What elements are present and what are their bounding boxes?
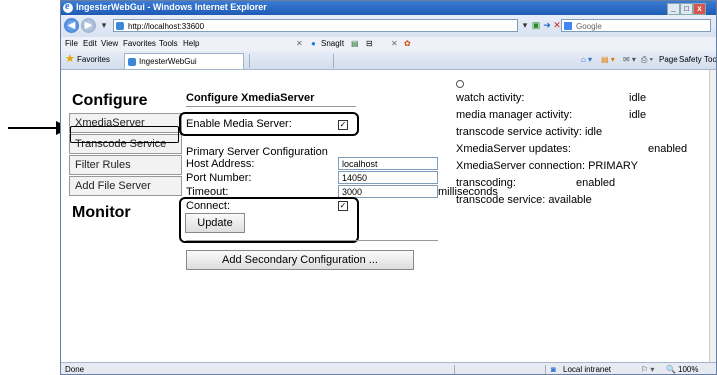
status-done: Done [65, 365, 85, 374]
sidebar: Configure XmediaServer Transcode Service… [69, 90, 182, 224]
zoom-icon[interactable]: 🔍 [666, 363, 676, 374]
enable-media-server-checkbox[interactable]: ✓ [338, 120, 348, 130]
tab-ingesterwebgui[interactable]: IngesterWebGui [124, 53, 244, 69]
media-manager-activity-label: media manager activity: [456, 109, 573, 121]
intranet-zone-icon: ◙ [551, 365, 556, 374]
tools-menu[interactable]: Tools [704, 55, 716, 64]
primary-config-heading: Primary Server Configuration [186, 146, 328, 158]
port-number-label: Port Number: [186, 172, 252, 184]
home-icon[interactable]: ⌂ ▾ [581, 55, 592, 64]
address-toolbar: ◀ ▶ ▾ http://localhost:33600 ▾ ▣ ➜ ✕ Goo… [61, 15, 716, 37]
sidebar-heading-monitor: Monitor [72, 204, 131, 221]
print-icon[interactable]: ⎙ ▾ [641, 55, 653, 65]
address-dropdown-icon[interactable]: ▾ [520, 20, 530, 30]
back-icon[interactable]: ◀ [64, 18, 79, 33]
connect-checkbox[interactable]: ✓ [338, 201, 348, 211]
enable-media-server-label: Enable Media Server: [186, 118, 292, 130]
mail-icon[interactable]: ✉ ▾ [623, 55, 636, 64]
menu-help[interactable]: Help [183, 37, 199, 51]
status-bar: Done ◙ Local intranet ⚐ ▾ 🔍 100% [61, 362, 716, 374]
tab-divider-2 [333, 54, 334, 68]
browser-window: IngesterWebGui - Windows Internet Explor… [60, 0, 717, 375]
title-bar: IngesterWebGui - Windows Internet Explor… [61, 1, 716, 15]
snagit-edit-icon[interactable]: ⊟ [366, 37, 373, 51]
menu-close-icon-2[interactable]: ✕ [391, 37, 398, 51]
favorites-label[interactable]: Favorites [77, 55, 110, 64]
go-icon[interactable]: ➜ [542, 20, 552, 30]
compat-icon[interactable]: ▣ [531, 20, 541, 30]
menu-file[interactable]: File [65, 37, 78, 51]
title-divider [186, 106, 356, 107]
watch-activity-value: idle [629, 92, 647, 104]
sidebar-item-filter-rules[interactable]: Filter Rules [69, 155, 182, 175]
search-placeholder: Google [576, 22, 602, 31]
favorites-star-icon[interactable]: ★ [65, 54, 75, 65]
tab-divider [249, 54, 250, 68]
vertical-scrollbar[interactable] [709, 70, 716, 362]
snagit-capture-icon[interactable]: ▤ [351, 37, 359, 51]
add-secondary-configuration-button[interactable]: Add Secondary Configuration ... [186, 250, 414, 270]
connect-label: Connect: [186, 200, 231, 212]
maximize-button[interactable]: □ [680, 3, 693, 15]
menu-view[interactable]: View [101, 37, 118, 51]
feeds-icon[interactable]: ▤ ▾ [601, 55, 615, 64]
zoom-level[interactable]: 100% [678, 363, 698, 374]
page-title: Configure XmediaServer [186, 92, 315, 104]
favorites-bar: ★ Favorites IngesterWebGui ⌂ ▾ ▤ ▾ ✉ ▾ ⎙… [61, 51, 716, 70]
page-menu[interactable]: Page [659, 55, 678, 64]
tab-favicon-icon [128, 58, 136, 66]
menu-favorites[interactable]: Favorites [123, 37, 156, 51]
menu-close-icon[interactable]: ✕ [296, 37, 303, 51]
xmediaserver-updates-value: enabled [648, 143, 688, 155]
page-content: Configure XmediaServer Transcode Service… [61, 70, 716, 362]
tab-label: IngesterWebGui [139, 57, 197, 66]
snagit-icon[interactable]: ● [311, 37, 316, 51]
sidebar-item-add-file-server[interactable]: Add File Server [69, 176, 182, 196]
sidebar-heading-configure: Configure [72, 92, 148, 109]
safety-menu[interactable]: Safety [679, 55, 702, 64]
transcode-service-availability: transcode service: available [456, 194, 592, 206]
page-favicon-icon [116, 22, 124, 30]
search-field[interactable]: Google [561, 19, 711, 32]
menu-edit[interactable]: Edit [83, 37, 97, 51]
security-zone[interactable]: Local intranet [563, 363, 611, 374]
protected-mode-icon[interactable]: ⚐ ▾ [641, 363, 654, 374]
watch-activity-label: watch activity: [456, 92, 525, 104]
close-button[interactable]: x [693, 3, 706, 15]
status-indicator-icon [456, 80, 464, 88]
port-number-input[interactable]: 14050 [338, 171, 438, 184]
google-icon [564, 22, 572, 30]
menu-tools[interactable]: Tools [159, 37, 178, 51]
address-url: http://localhost:33600 [128, 22, 205, 31]
update-button[interactable]: Update [185, 213, 245, 233]
form-divider [186, 240, 438, 241]
forward-icon[interactable]: ▶ [81, 18, 96, 33]
transcode-service-activity: transcode service activity: idle [456, 126, 603, 138]
window-title: IngesterWebGui - Windows Internet Explor… [76, 2, 267, 12]
host-address-input[interactable]: localhost [338, 157, 438, 170]
status-panels [454, 365, 546, 374]
xmediaserver-updates-label: XmediaServer updates: [456, 143, 571, 155]
ie-logo-icon [63, 1, 73, 13]
xmediaserver-connection: XmediaServer connection: PRIMARY [456, 160, 638, 172]
transcoding-value: enabled [576, 177, 616, 189]
sidebar-item-highlight [70, 126, 179, 143]
transcoding-label: transcoding: [456, 177, 516, 189]
menu-bar: File Edit View Favorites Tools Help ✕ ● … [61, 37, 716, 51]
minimize-button[interactable]: _ [667, 3, 680, 15]
host-address-label: Host Address: [186, 158, 255, 170]
media-manager-activity-value: idle [629, 109, 647, 121]
snagit-label[interactable]: SnagIt [321, 37, 344, 51]
address-field[interactable]: http://localhost:33600 [113, 19, 518, 32]
history-dropdown-icon[interactable]: ▾ [99, 20, 109, 30]
addon-icon[interactable]: ✿ [404, 37, 411, 51]
